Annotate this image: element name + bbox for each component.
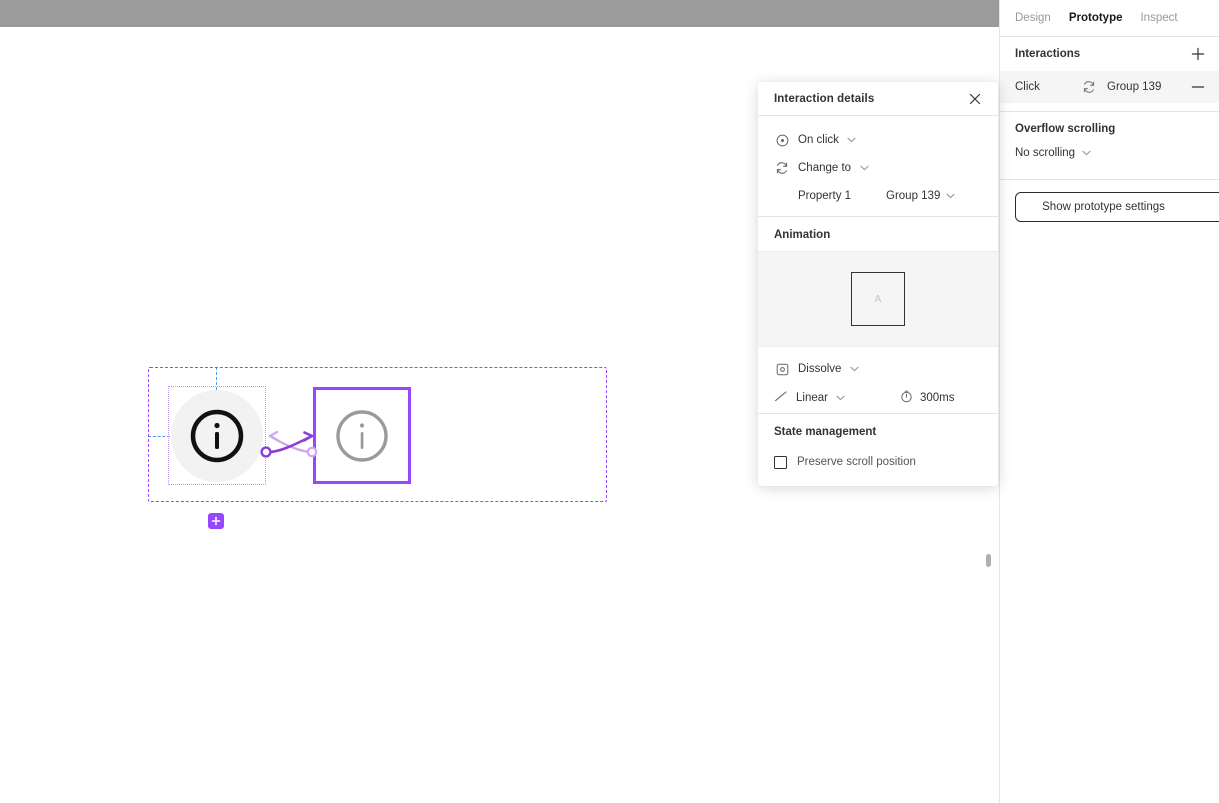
figma-prototype-screen: Interaction details On click Change to P…	[0, 0, 1219, 803]
overflow-scrolling-select[interactable]: No scrolling	[1015, 147, 1204, 159]
close-icon	[969, 93, 981, 104]
interaction-details-panel[interactable]: Interaction details On click Change to P…	[758, 82, 998, 486]
interaction-details-header: Interaction details	[758, 82, 998, 116]
connector-back-endpoint[interactable]	[306, 446, 318, 458]
chevron-down-icon[interactable]	[847, 135, 857, 145]
linear-curve-icon	[774, 389, 788, 408]
animation-controls: Dissolve Linear 300ms	[758, 347, 998, 413]
animation-section-title: Animation	[758, 216, 998, 251]
chevron-down-icon[interactable]	[859, 163, 869, 173]
trigger-row[interactable]: On click	[758, 126, 998, 154]
connector-forward-arrowhead	[302, 431, 314, 442]
show-prototype-settings-label: Show prototype settings	[1042, 201, 1165, 213]
duration-field[interactable]: 300ms	[900, 390, 955, 406]
close-button[interactable]	[966, 90, 984, 108]
interaction-target: Group 139	[1107, 81, 1162, 93]
panel-title: Interaction details	[774, 92, 875, 105]
interactions-header: Interactions	[1000, 37, 1219, 71]
connector-forward-endpoint[interactable]	[260, 446, 272, 458]
property-value: Group 139	[886, 190, 941, 202]
property-row[interactable]: Property 1 Group 139	[758, 182, 998, 210]
toolbar-strip	[0, 0, 999, 27]
click-target-icon	[774, 132, 790, 148]
chevron-down-icon[interactable]	[836, 393, 846, 403]
trigger-label: On click	[798, 134, 839, 146]
timer-icon	[900, 390, 913, 406]
chevron-down-icon[interactable]	[1081, 148, 1091, 158]
property-name: Property 1	[798, 190, 852, 202]
prototype-settings-wrap: Show prototype settings	[1000, 180, 1219, 222]
plus-icon	[211, 516, 221, 526]
interaction-row[interactable]: Click Group 139	[1000, 71, 1219, 103]
change-to-icon	[1081, 79, 1097, 95]
animation-type-row[interactable]: Dissolve	[758, 355, 998, 383]
action-label: Change to	[798, 162, 852, 174]
show-prototype-settings-button[interactable]: Show prototype settings	[1015, 192, 1219, 222]
sidebar-tabs: Design Prototype Inspect	[1000, 0, 1219, 37]
interaction-connectors[interactable]	[250, 412, 330, 472]
animation-preview-label: A	[874, 293, 882, 305]
animation-preview[interactable]: A	[758, 251, 998, 347]
tab-design[interactable]: Design	[1015, 12, 1051, 24]
preserve-scroll-row[interactable]: Preserve scroll position	[758, 448, 998, 476]
right-sidebar: Design Prototype Inspect Interactions Cl…	[999, 0, 1219, 803]
preserve-scroll-label: Preserve scroll position	[797, 456, 916, 468]
overflow-scrolling-block: Overflow scrolling No scrolling	[1000, 112, 1219, 171]
chevron-down-icon[interactable]	[945, 191, 955, 201]
preserve-scroll-checkbox[interactable]	[774, 455, 787, 469]
action-row[interactable]: Change to	[758, 154, 998, 182]
overflow-scrolling-value: No scrolling	[1015, 147, 1076, 159]
animation-preview-square: A	[851, 272, 905, 326]
overflow-scrolling-title: Overflow scrolling	[1015, 123, 1116, 135]
tab-inspect[interactable]: Inspect	[1140, 12, 1177, 24]
add-interaction-button[interactable]	[1187, 43, 1209, 65]
interactions-title: Interactions	[1015, 48, 1081, 60]
tab-prototype[interactable]: Prototype	[1069, 12, 1123, 24]
interaction-details-body: On click Change to Property 1 Group 139	[758, 116, 998, 216]
interaction-trigger: Click	[1015, 81, 1040, 93]
panel-scrollbar-thumb[interactable]	[986, 554, 991, 567]
state-management-title: State management	[758, 413, 998, 448]
duration-value: 300ms	[919, 392, 955, 404]
animation-type-label: Dissolve	[798, 363, 842, 375]
easing-row[interactable]: Linear 300ms	[758, 383, 998, 413]
connector-back-arrowhead	[268, 430, 279, 442]
chevron-down-icon[interactable]	[849, 364, 859, 374]
info-circle-icon	[336, 409, 388, 462]
minus-icon	[1191, 86, 1205, 88]
info-circle-icon	[190, 409, 244, 462]
change-to-icon	[774, 160, 790, 176]
plus-icon	[1191, 47, 1205, 61]
dissolve-icon	[774, 361, 790, 377]
easing-label: Linear	[796, 392, 828, 404]
property-value-select[interactable]: Group 139	[886, 190, 955, 202]
add-variant-button[interactable]	[208, 513, 224, 529]
remove-interaction-button[interactable]	[1187, 76, 1209, 98]
